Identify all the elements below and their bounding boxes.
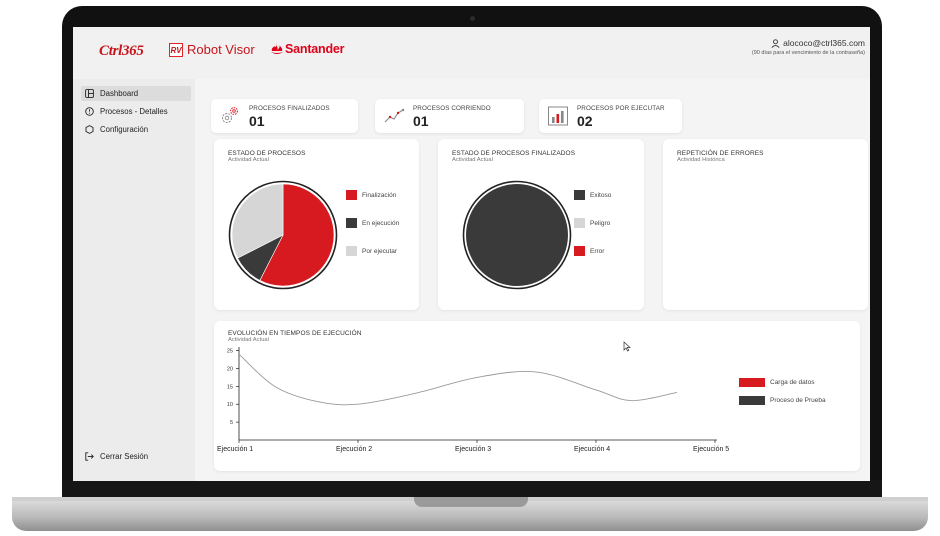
- finished-status-pie: [462, 180, 572, 290]
- robot-visor-badge-icon: RV: [169, 43, 183, 57]
- legend-swatch: [739, 378, 765, 387]
- top-bar: Ctrl365 RV Robot Visor Santander alococo…: [73, 27, 870, 79]
- user-icon: [771, 38, 780, 48]
- series-line-proceso-de-prueba: [238, 353, 678, 406]
- dashboard-icon: [85, 89, 94, 98]
- laptop-notch: [414, 497, 528, 507]
- y-tick-label: 5: [230, 420, 233, 426]
- ctrl365-logo: Ctrl365: [99, 43, 144, 59]
- santander-flame-icon: [271, 43, 283, 54]
- y-tick-label: 10: [227, 402, 233, 408]
- y-tick-label: 15: [227, 384, 233, 390]
- legend-swatch: [574, 190, 585, 200]
- x-tick-label: Ejecución 2: [336, 446, 372, 453]
- legend-label: Por ejecutar: [362, 247, 398, 255]
- y-tick-label: 25: [227, 349, 233, 355]
- legend-item: Proceso de Prueba: [739, 396, 826, 405]
- legend-swatch: [346, 218, 357, 228]
- mouse-pointer-icon: [623, 341, 631, 352]
- logout-button[interactable]: Cerrar Sesión: [81, 449, 191, 464]
- user-info[interactable]: alococo@ctrl365.com (90 días para el ven…: [752, 38, 865, 56]
- x-tick-label: Ejecución 1: [217, 446, 253, 453]
- gears-icon: [222, 107, 238, 123]
- legend-label: Finalización: [362, 191, 397, 199]
- sidebar-item-configuration[interactable]: Configuración: [81, 122, 191, 137]
- legend-label: Error: [590, 247, 605, 255]
- y-tick-label: 20: [227, 366, 233, 372]
- finished-status-panel: ESTADO DE PROCESOS FINALIZADOS Actividad…: [438, 139, 644, 310]
- laptop-mockup: Ctrl365 RV Robot Visor Santander alococo…: [0, 0, 940, 536]
- kpi-finished-processes: PROCESOS FINALIZADOS 01: [211, 99, 358, 133]
- sidebar-item-process-details[interactable]: Procesos - Detalles: [81, 104, 191, 119]
- x-tick-label: Ejecución 4: [574, 446, 610, 453]
- process-status-panel: ESTADO DE PROCESOS Actividad Actual Fina…: [214, 139, 419, 310]
- legend-item: En ejecución: [346, 218, 399, 228]
- execution-time-panel: EVOLUCIÓN EN TIEMPOS DE EJECUCIÓN Activi…: [214, 321, 860, 471]
- sidebar: Dashboard Procesos - Detalles Configurac…: [73, 79, 195, 481]
- legend-item: Finalización: [346, 190, 396, 200]
- panel-subtitle: Actividad Histórica: [677, 157, 725, 163]
- password-expiry-note: (90 días para el vencimiento de la contr…: [751, 50, 865, 56]
- kpi-label: PROCESOS POR EJECUTAR: [577, 105, 665, 112]
- legend-item: Peligro: [574, 218, 610, 228]
- sidebar-item-label: Procesos - Detalles: [100, 107, 168, 116]
- legend-label: Proceso de Prueba: [770, 397, 826, 404]
- error-repetition-panel: REPETICIÓN DE ERRORES Actividad Históric…: [663, 139, 868, 310]
- kpi-value: 01: [413, 113, 429, 129]
- pie-slice-exitoso: [466, 184, 568, 286]
- santander-logo: Santander: [285, 42, 345, 56]
- legend-swatch: [346, 246, 357, 256]
- legend-swatch: [346, 190, 357, 200]
- kpi-label: PROCESOS FINALIZADOS: [249, 105, 330, 112]
- sidebar-item-dashboard[interactable]: Dashboard: [81, 86, 191, 101]
- process-details-icon: [85, 107, 94, 116]
- sidebar-item-label: Dashboard: [100, 89, 139, 98]
- kpi-pending-processes: PROCESOS POR EJECUTAR 02: [539, 99, 682, 133]
- sidebar-item-label: Configuración: [100, 125, 149, 134]
- legend-label: Exitoso: [590, 191, 612, 199]
- user-email: alococo@ctrl365.com: [783, 38, 865, 48]
- legend-item: Exitoso: [574, 190, 611, 200]
- x-tick-label: Ejecución 3: [455, 446, 491, 453]
- legend-item: Por ejecutar: [346, 246, 397, 256]
- x-tick-label: Ejecución 5: [693, 446, 729, 453]
- kpi-label: PROCESOS CORRIENDO: [413, 105, 491, 112]
- kpi-value: 02: [577, 113, 593, 129]
- logout-icon: [85, 452, 94, 461]
- trend-line-icon: [384, 108, 405, 123]
- legend-item: Error: [574, 246, 604, 256]
- camera-dot: [470, 16, 475, 21]
- app-title: Robot Visor: [187, 42, 255, 57]
- kpi-value: 01: [249, 113, 265, 129]
- legend-label: Peligro: [590, 219, 611, 227]
- legend-swatch: [739, 396, 765, 405]
- laptop-chin: [62, 480, 882, 498]
- kpi-running-processes: PROCESOS CORRIENDO 01: [375, 99, 524, 133]
- legend-swatch: [574, 246, 585, 256]
- legend-item: Carga de datos: [739, 378, 814, 387]
- legend-label: Carga de datos: [770, 379, 815, 386]
- app-screen: Ctrl365 RV Robot Visor Santander alococo…: [73, 27, 870, 481]
- panel-title: REPETICIÓN DE ERRORES: [677, 150, 764, 157]
- settings-hexagon-icon: [85, 125, 94, 134]
- legend-swatch: [574, 218, 585, 228]
- legend-label: En ejecución: [362, 219, 400, 227]
- bar-chart-icon: [548, 106, 568, 126]
- logout-label: Cerrar Sesión: [100, 452, 149, 461]
